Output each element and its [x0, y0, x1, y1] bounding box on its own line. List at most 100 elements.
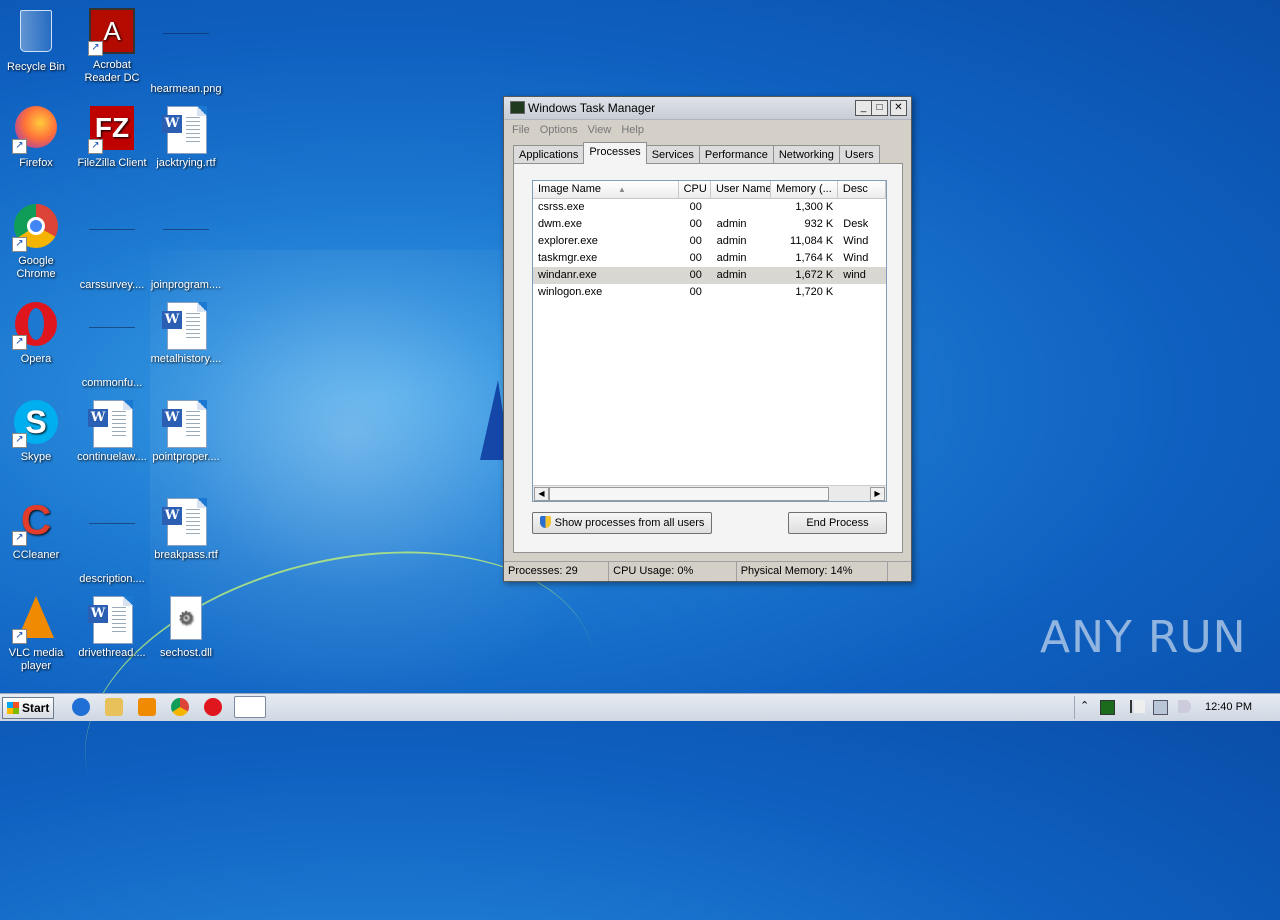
table-row[interactable]: explorer.exe 00 admin 11,084 K Wind: [533, 233, 886, 250]
chrome-icon: ↗: [12, 204, 60, 252]
tab-strip: Applications Processes Services Performa…: [513, 142, 880, 165]
shortcut-arrow-icon: ↗: [88, 41, 103, 56]
desktop-icon-continuelaw[interactable]: W continuelaw....: [74, 400, 150, 464]
show-hidden-icons-icon[interactable]: ⌃: [1080, 700, 1093, 713]
desktop-icon-vlc[interactable]: ↗ VLC media player: [0, 596, 74, 673]
sort-ascending-icon: ▲: [618, 185, 626, 194]
desktop-icon-ccleaner[interactable]: C ↗ CCleaner: [0, 498, 74, 562]
firefox-icon: ↗: [12, 106, 60, 154]
scroll-left-icon[interactable]: ◀: [534, 487, 549, 501]
scroll-right-icon[interactable]: ▶: [870, 487, 885, 501]
desktop-icon-sechost[interactable]: ⚙ sechost.dll: [148, 596, 224, 660]
action-center-flag-icon[interactable]: [1130, 700, 1145, 713]
opera-icon: ↗: [12, 302, 60, 350]
menu-options[interactable]: Options: [540, 124, 578, 136]
menu-file[interactable]: File: [512, 124, 530, 136]
maximize-button[interactable]: □: [871, 100, 888, 116]
scrollbar-thumb[interactable]: [549, 487, 829, 501]
column-memory[interactable]: Memory (...: [771, 181, 838, 198]
tab-processes[interactable]: Processes: [583, 142, 647, 164]
desktop-icon-firefox[interactable]: ↗ Firefox: [0, 106, 74, 170]
internet-explorer-icon[interactable]: [72, 698, 90, 716]
task-manager-window[interactable]: Windows Task Manager _ □ ✕ File Options …: [503, 96, 912, 582]
column-user-name[interactable]: User Name: [711, 181, 772, 198]
status-physical-memory: Physical Memory: 14%: [737, 562, 888, 581]
media-player-icon[interactable]: [138, 698, 156, 716]
volume-icon[interactable]: [1178, 700, 1191, 713]
task-manager-tray-icon[interactable]: [1100, 700, 1115, 715]
file-icon: [88, 326, 136, 374]
taskbar: Start ⌃ 12:40 PM: [0, 693, 1280, 721]
acrobat-icon: A ↗: [88, 8, 136, 56]
menu-view[interactable]: View: [588, 124, 612, 136]
image-file-icon: [162, 32, 210, 80]
column-description[interactable]: Desc: [838, 181, 886, 198]
anyrun-watermark: ANY RUN: [1040, 612, 1247, 663]
column-image-name[interactable]: Image Name ▲: [533, 181, 679, 198]
status-cpu-usage: CPU Usage: 0%: [609, 562, 737, 581]
file-icon: [88, 522, 136, 570]
desktop-icon-opera[interactable]: ↗ Opera: [0, 302, 74, 366]
task-manager-taskbar-button[interactable]: [234, 696, 266, 718]
vlc-icon: ↗: [12, 596, 60, 644]
desktop-icon-skype[interactable]: S ↗ Skype: [0, 400, 74, 464]
ccleaner-icon: C ↗: [12, 498, 60, 546]
desktop-icon-drivethread[interactable]: W drivethread....: [74, 596, 150, 660]
skype-icon: S ↗: [12, 400, 60, 448]
desktop-icon-description[interactable]: description....: [74, 498, 150, 586]
desktop-icon-breakpass[interactable]: W breakpass.rtf: [148, 498, 224, 562]
desktop-icon-carssurvey[interactable]: carssurvey....: [74, 204, 150, 292]
desktop-icon-acrobat[interactable]: A ↗ Acrobat Reader DC: [74, 8, 150, 85]
recycle-bin-icon: [12, 10, 60, 58]
column-cpu[interactable]: CPU: [679, 181, 711, 198]
chrome-taskbar-icon[interactable]: [171, 698, 189, 716]
window-title: Windows Task Manager: [528, 101, 656, 115]
end-process-button[interactable]: End Process: [788, 512, 887, 534]
processes-panel: Image Name ▲ CPU User Name Memory (... D…: [513, 163, 903, 553]
menu-bar: File Options View Help: [504, 120, 911, 140]
tab-services[interactable]: Services: [645, 145, 700, 164]
word-document-icon: W: [88, 400, 136, 448]
uac-shield-icon: [539, 516, 551, 528]
horizontal-scrollbar[interactable]: ◀ ▶: [533, 485, 886, 501]
table-row-selected[interactable]: windanr.exe 00 admin 1,672 K wind: [533, 267, 886, 284]
dll-file-icon: ⚙: [162, 596, 210, 644]
menu-help[interactable]: Help: [621, 124, 644, 136]
minimize-button[interactable]: _: [855, 100, 872, 116]
file-explorer-icon[interactable]: [105, 698, 123, 716]
task-manager-icon: [510, 101, 525, 114]
desktop-icon-pointproper[interactable]: W pointproper....: [148, 400, 224, 464]
tab-networking[interactable]: Networking: [772, 145, 840, 164]
table-row[interactable]: csrss.exe 00 1,300 K: [533, 199, 886, 216]
status-processes: Processes: 29: [504, 562, 610, 581]
desktop-icon-hearmean[interactable]: hearmean.png: [148, 8, 224, 96]
desktop-icon-commonfu[interactable]: commonfu...: [74, 302, 150, 390]
desktop-icon-jacktrying[interactable]: W jacktrying.rtf: [148, 106, 224, 170]
tab-applications[interactable]: Applications: [513, 145, 585, 164]
desktop-icon-chrome[interactable]: ↗ Google Chrome: [0, 204, 74, 281]
table-row[interactable]: taskmgr.exe 00 admin 1,764 K Wind: [533, 250, 886, 267]
desktop-icon-joinprogram[interactable]: joinprogram....: [148, 204, 224, 292]
tab-users[interactable]: Users: [838, 145, 880, 164]
opera-taskbar-icon[interactable]: [204, 698, 222, 716]
tab-performance[interactable]: Performance: [698, 145, 774, 164]
start-button[interactable]: Start: [2, 697, 54, 719]
close-button[interactable]: ✕: [890, 100, 907, 116]
network-icon[interactable]: [1153, 700, 1168, 715]
word-document-icon: W: [162, 302, 210, 350]
taskbar-clock[interactable]: 12:40 PM: [1205, 701, 1252, 713]
title-bar[interactable]: Windows Task Manager _ □ ✕: [504, 97, 911, 120]
table-row[interactable]: winlogon.exe 00 1,720 K: [533, 284, 886, 301]
tray-separator: [1074, 696, 1075, 719]
resize-grip-icon[interactable]: [888, 562, 911, 581]
file-icon: [162, 228, 210, 276]
show-all-processes-button[interactable]: Show processes from all users: [532, 512, 712, 534]
desktop-icon-recycle-bin[interactable]: Recycle Bin: [0, 8, 74, 74]
desktop-icon-filezilla[interactable]: FZ ↗ FileZilla Client: [74, 106, 150, 170]
table-row[interactable]: dwm.exe 00 admin 932 K Desk: [533, 216, 886, 233]
file-icon: [88, 228, 136, 276]
process-list[interactable]: Image Name ▲ CPU User Name Memory (... D…: [532, 180, 887, 502]
word-document-icon: W: [162, 400, 210, 448]
desktop-icon-metalhistory[interactable]: W metalhistory....: [148, 302, 224, 366]
filezilla-icon: FZ ↗: [88, 106, 136, 154]
